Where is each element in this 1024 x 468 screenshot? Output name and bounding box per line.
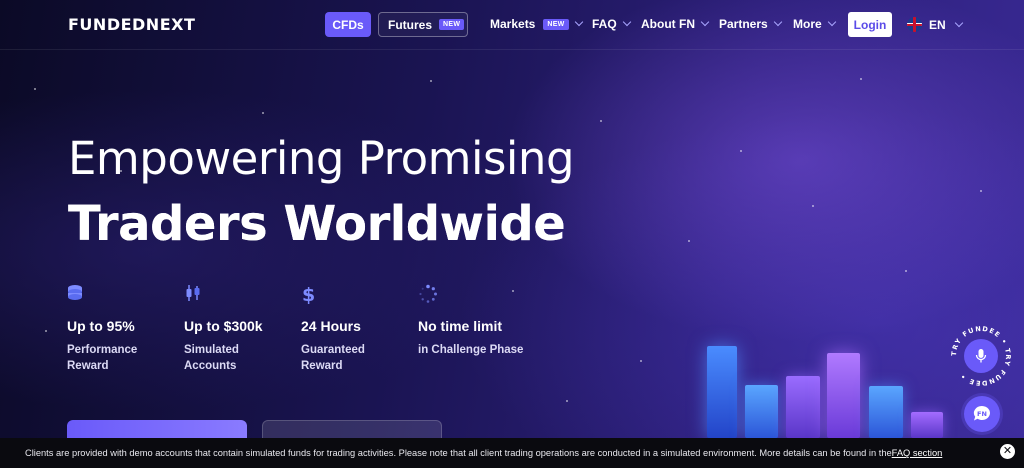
feature-headline: Up to 95% (67, 318, 135, 334)
feature-sub-line1: Simulated (184, 344, 239, 356)
hero-title-line1: Empowering Promising (68, 132, 575, 185)
microphone-icon (975, 349, 987, 363)
feature-sub-line2: Accounts (184, 360, 237, 372)
feature-sub-line2: Reward (67, 360, 109, 372)
faq-section-link[interactable]: FAQ section (892, 448, 943, 458)
feature-headline: No time limit (418, 318, 503, 334)
disclaimer-text: Clients are provided with demo accounts … (25, 448, 892, 458)
nav-faq[interactable]: FAQ (592, 17, 631, 31)
chevron-down-icon (773, 17, 782, 27)
feature-sub-line2: Reward (301, 360, 343, 372)
nav-partners-label: Partners (719, 17, 768, 31)
language-code: EN (929, 17, 946, 32)
top-navbar: FUNDEDNEXT CFDs Futures NEW Markets NEW … (0, 0, 1024, 50)
chevron-down-icon (700, 17, 710, 27)
feature-simulated-accounts: Up to $300k Simulated Accounts (184, 284, 294, 374)
chevron-down-icon (622, 17, 631, 27)
page: FUNDEDNEXT CFDs Futures NEW Markets NEW … (0, 0, 1024, 468)
feature-sub-line1: in Challenge Phase (418, 344, 524, 356)
feature-headline: 24 Hours (301, 318, 361, 334)
feature-headline: Up to $300k (184, 318, 263, 334)
dollar-icon: $ (301, 284, 321, 306)
nav-about-fn[interactable]: About FN (641, 17, 710, 31)
fundednext-logo[interactable]: FUNDEDNEXT (68, 15, 195, 34)
tab-futures-label: Futures (388, 17, 433, 32)
fn-chat-button[interactable]: FN (964, 396, 1000, 432)
nav-markets-label: Markets (490, 17, 536, 31)
chat-label: FN (977, 410, 987, 418)
hero-title-line2: Traders Worldwide (68, 196, 566, 252)
uk-flag-icon (907, 17, 922, 32)
chevron-down-icon (827, 17, 836, 27)
feature-sub-line1: Guaranteed (301, 344, 365, 356)
feature-performance-reward: Up to 95% Performance Reward (67, 284, 177, 374)
close-icon[interactable]: ✕ (1000, 444, 1015, 459)
new-badge: NEW (543, 18, 569, 30)
feature-guaranteed-reward: $ 24 Hours Guaranteed Reward (301, 284, 411, 374)
svg-text:$: $ (302, 284, 315, 304)
login-button[interactable]: Login (848, 12, 892, 37)
candlestick-icon (184, 284, 204, 304)
tab-futures[interactable]: Futures NEW (378, 12, 468, 37)
chevron-down-icon (954, 18, 963, 27)
spinner-icon (418, 284, 438, 304)
nav-about-fn-label: About FN (641, 17, 695, 31)
nav-markets[interactable]: Markets NEW (490, 17, 583, 31)
coins-stack-icon (67, 284, 87, 304)
nav-more-label: More (793, 17, 822, 31)
feature-no-time-limit: No time limit in Challenge Phase (418, 284, 558, 358)
feature-sub-line1: Performance (67, 344, 138, 356)
nav-faq-label: FAQ (592, 17, 617, 31)
fundee-mic-button[interactable] (964, 339, 998, 373)
new-badge: NEW (439, 19, 465, 30)
simulated-funds-disclaimer-bar: Clients are provided with demo accounts … (0, 438, 1024, 468)
tab-cfds[interactable]: CFDs (325, 12, 371, 37)
chat-bubble-icon: FN (973, 405, 990, 421)
nav-more[interactable]: More (793, 17, 836, 31)
nav-partners[interactable]: Partners (719, 17, 782, 31)
chevron-down-icon (574, 17, 583, 27)
language-selector[interactable]: EN (907, 17, 963, 32)
